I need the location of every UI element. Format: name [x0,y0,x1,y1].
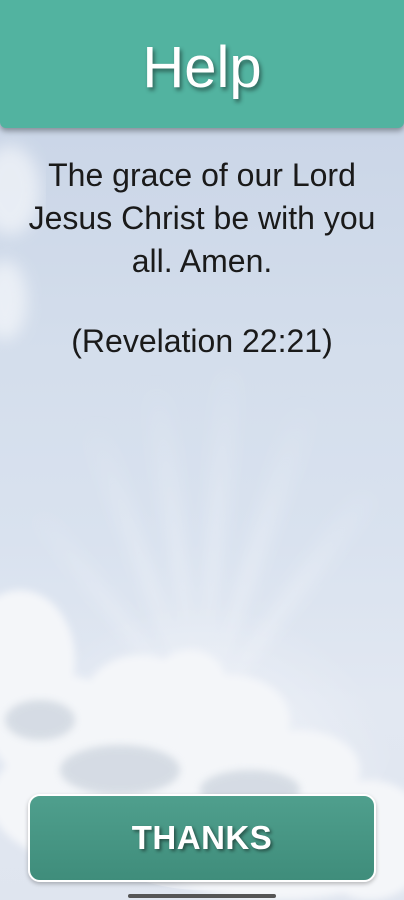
home-indicator[interactable] [128,894,276,898]
help-screen: Help The grace of our Lord Jesus Christ … [0,0,404,900]
sky-clouds-background [0,145,404,900]
page-title: Help [142,35,262,100]
thanks-button[interactable]: THANKS [28,794,376,882]
verse-text: The grace of our Lord Jesus Christ be wi… [28,157,376,279]
verse-reference: (Revelation 22:21) [71,323,333,359]
app-header: Help [0,0,404,128]
